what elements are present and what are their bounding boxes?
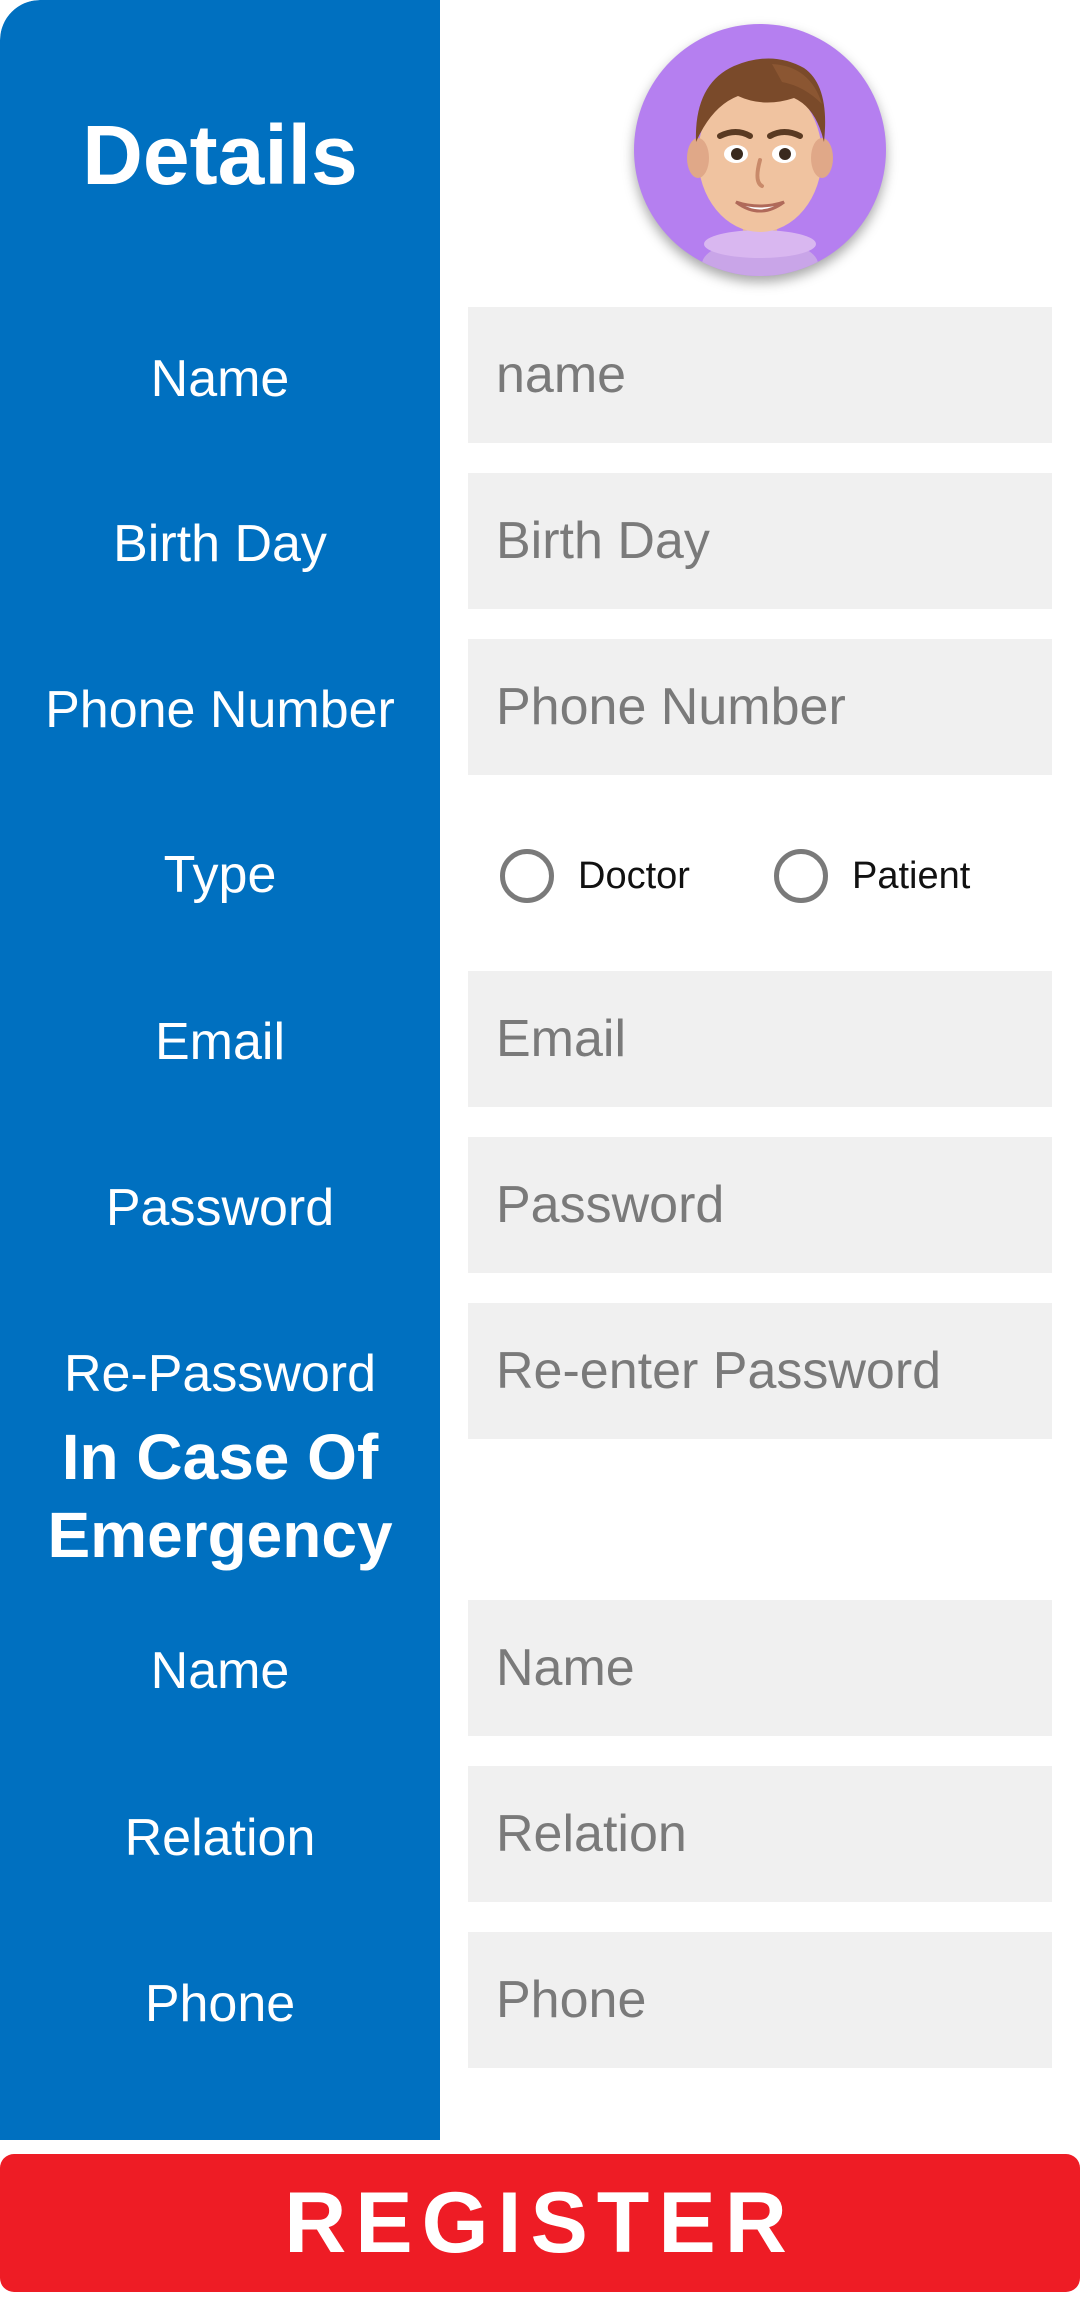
doctor-radio-label: Doctor [578,854,690,897]
password-input[interactable] [468,1137,1052,1273]
emergency-section-title: In Case Of Emergency [0,1418,440,1574]
name-label: Name [150,350,290,408]
page-title: Details [82,108,358,202]
emergency-phone-input[interactable] [468,1932,1052,2068]
type-label: Type [163,846,277,904]
patient-radio[interactable]: Patient [774,820,970,932]
relation-input[interactable] [468,1766,1052,1902]
birthday-label: Birth Day [113,515,327,573]
labels-panel: Details Name Birth Day Phone Number Type… [0,0,440,2140]
emergency-name-input[interactable] [468,1600,1052,1736]
relation-label: Relation [124,1809,316,1867]
phone-number-label: Phone Number [45,681,395,739]
doctor-radio[interactable]: Doctor [500,820,690,932]
phone-number-input[interactable] [468,639,1052,775]
type-radio-group: Doctor Patient [468,820,1052,932]
radio-unchecked-icon[interactable] [500,849,554,903]
register-button[interactable]: REGISTER [0,2154,1080,2292]
repassword-input[interactable] [468,1303,1052,1439]
emergency-title-line1: In Case Of [61,1421,379,1493]
emergency-phone-label: Phone [144,1975,296,2033]
repassword-label: Re-Password [63,1345,377,1403]
emergency-name-label: Name [150,1642,290,1700]
password-label: Password [105,1179,335,1237]
patient-radio-label: Patient [852,854,971,897]
email-label: Email [154,1013,286,1071]
registration-card: Details Name Birth Day Phone Number Type… [0,0,1080,2140]
male-avatar-icon[interactable] [634,24,886,276]
radio-unchecked-icon[interactable] [774,849,828,903]
name-input[interactable] [468,307,1052,443]
emergency-title-line2: Emergency [47,1499,393,1571]
email-input[interactable] [468,971,1052,1107]
birthday-input[interactable] [468,473,1052,609]
